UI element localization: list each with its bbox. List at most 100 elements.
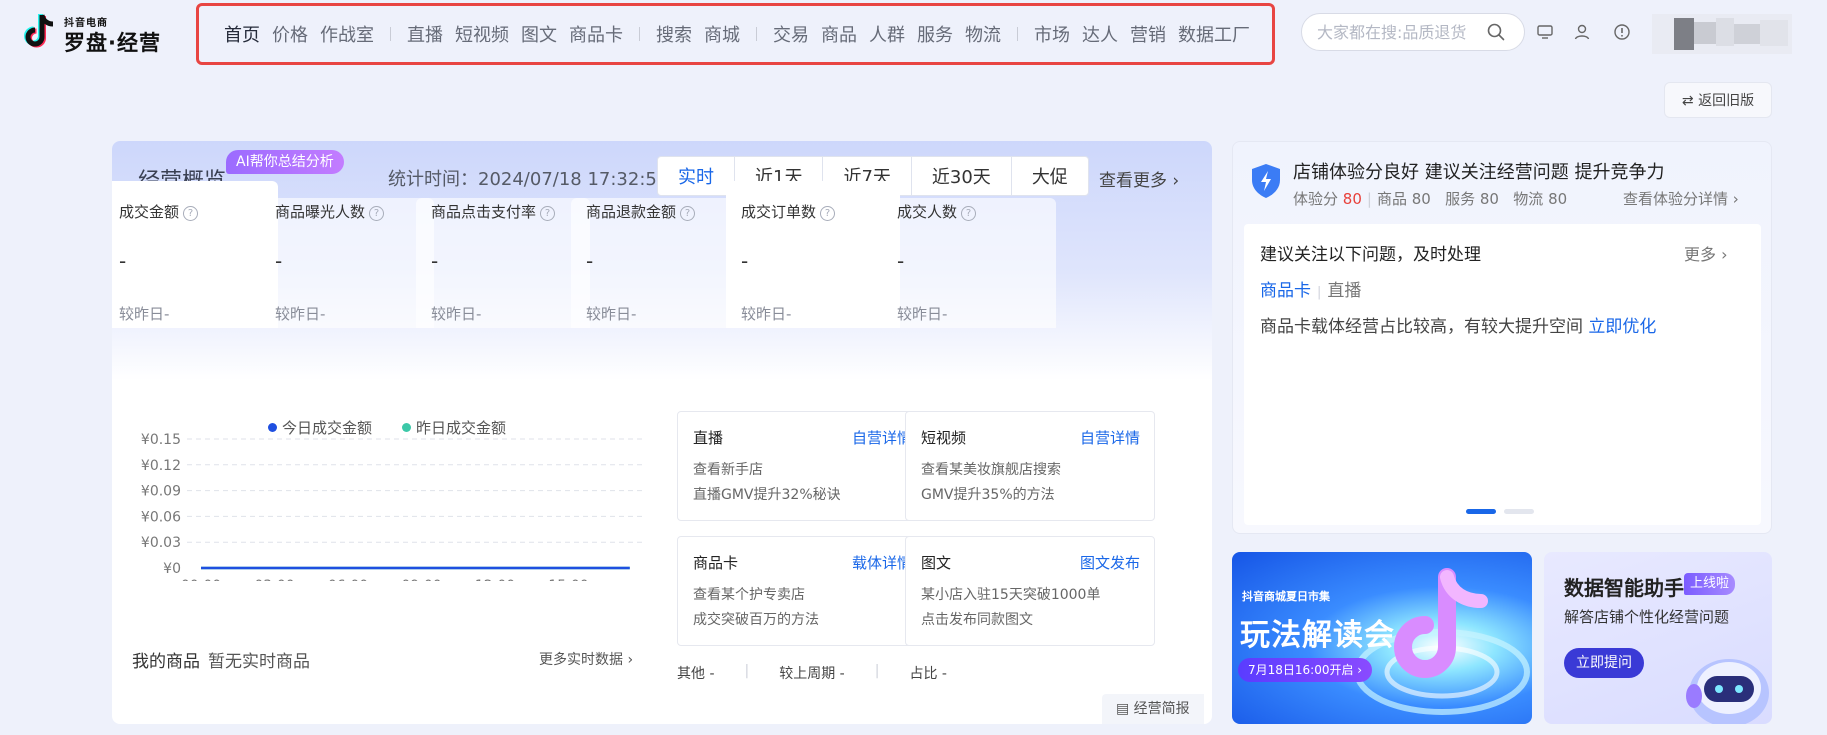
channel-card[interactable]: 商品卡 载体详情 查看某个护专卖店 成交突破百万的方法 — [677, 536, 927, 646]
divider: | — [874, 663, 880, 679]
score-label: 体验分 — [1293, 190, 1339, 208]
x-tick-label: 12:00 — [475, 578, 515, 581]
channel-link[interactable]: 自营详情 — [1080, 427, 1140, 448]
metric-compare: 较昨日- — [586, 305, 637, 323]
promo-banner-summer[interactable]: 抖音商城夏日市集 玩法解读会 7月18日16:00开启 › — [1232, 552, 1532, 724]
channel-link[interactable]: 自营详情 — [852, 427, 912, 448]
shop-scores: 体验分 80 | 商品 80 服务 80 物流 80 — [1293, 188, 1567, 209]
brand-logo[interactable]: 抖音电商 罗盘·经营 — [22, 12, 172, 55]
carousel-dot-active[interactable] — [1466, 509, 1496, 514]
nav-item[interactable]: 价格 — [272, 21, 308, 47]
channel-link[interactable]: 图文发布 — [1080, 552, 1140, 573]
metric-value: - — [119, 249, 127, 273]
view-more-link[interactable]: 查看更多 › — [1099, 166, 1179, 191]
nav-item[interactable]: 商品卡 — [569, 21, 623, 47]
y-tick-label: ¥0.15 — [141, 432, 181, 448]
nav-item[interactable]: 短视频 — [455, 21, 509, 47]
y-tick-label: ¥0.09 — [141, 484, 181, 500]
nav-item[interactable]: 数据工厂 — [1178, 21, 1250, 47]
my-goods-status: 暂无实时商品 — [208, 652, 310, 672]
suggestion-more-link[interactable]: 更多 › — [1684, 241, 1728, 265]
stat-ratio: 占比 - — [909, 666, 947, 682]
range-tab[interactable]: 近30天 — [912, 157, 1012, 195]
stat-other: 其他 - — [677, 666, 715, 682]
metric-card[interactable]: 成交人数? - 较昨日- — [882, 198, 1056, 328]
search-icon[interactable] — [1487, 23, 1505, 41]
tab-goods-card[interactable]: 商品卡 — [1260, 281, 1311, 301]
channel-link[interactable]: 载体详情 — [852, 552, 912, 573]
nav-item[interactable]: 市场 — [1034, 21, 1070, 47]
divider: | — [1366, 190, 1372, 208]
help-icon[interactable]: ? — [680, 206, 696, 221]
banner1-subtitle: 抖音商城夏日市集 — [1242, 590, 1330, 603]
promo-banner-ai-assistant[interactable]: 数据智能助手 上线啦 解答店铺个性化经营问题 立即提问 — [1544, 552, 1772, 724]
ask-now-button[interactable]: 立即提问 — [1564, 648, 1644, 678]
nav-item[interactable]: 图文 — [521, 21, 557, 47]
metric-card[interactable]: 成交金额? - 较昨日- — [112, 181, 278, 328]
ai-summary-badge[interactable]: AI帮你总结分析 — [226, 150, 344, 174]
help-icon[interactable]: ? — [369, 206, 385, 221]
shield-icon — [1252, 164, 1280, 198]
nav-item[interactable]: 直播 — [407, 21, 443, 47]
nav-item[interactable]: 交易 — [773, 21, 809, 47]
range-tab[interactable]: 大促 — [1012, 157, 1088, 195]
channel-card[interactable]: 图文 图文发布 某小店入驻15天突破1000单 点击发布同款图文 — [905, 536, 1155, 646]
channel-line2: 成交突破百万的方法 — [693, 612, 819, 628]
nav-item[interactable]: 作战室 — [320, 21, 374, 47]
tab-live[interactable]: 直播 — [1327, 281, 1361, 301]
channel-card[interactable]: 短视频 自营详情 查看某美妆旗舰店搜索 GMV提升35%的方法 — [905, 411, 1155, 521]
nav-item[interactable]: 商品 — [821, 21, 857, 47]
info-icon[interactable] — [1612, 22, 1632, 42]
range-tab[interactable]: 实时 — [658, 157, 735, 195]
nav-item[interactable]: 达人 — [1082, 21, 1118, 47]
nav-item[interactable]: 营销 — [1130, 21, 1166, 47]
optimize-now-link[interactable]: 立即优化 — [1588, 317, 1656, 337]
metric-value: - — [897, 249, 905, 273]
metric-card[interactable]: 成交订单数? - 较昨日- — [726, 181, 900, 328]
x-tick-label: 00:00 — [181, 578, 221, 581]
user-icon[interactable] — [1572, 22, 1592, 42]
metric-card[interactable]: 商品退款金额? - 较昨日- — [571, 198, 745, 328]
channel-line2: 点击发布同款图文 — [921, 612, 1033, 628]
more-realtime-data-link[interactable]: 更多实时数据 › — [539, 649, 633, 669]
business-brief-button[interactable]: ▤ 经营简报 — [1102, 694, 1204, 724]
channel-line1: 某小店入驻15天突破1000单 — [921, 587, 1101, 603]
metric-compare: 较昨日- — [897, 305, 948, 323]
carousel-dot[interactable] — [1504, 509, 1534, 514]
search-input[interactable] — [1317, 22, 1487, 42]
help-icon[interactable]: ? — [540, 206, 556, 221]
nav-item[interactable]: 物流 — [965, 21, 1001, 47]
nav-item[interactable]: 服务 — [917, 21, 953, 47]
sub-score-service: 服务 80 — [1445, 190, 1499, 208]
metric-card[interactable]: 商品点击支付率? - 较昨日- — [416, 198, 590, 328]
back-to-old-version-button[interactable]: ⇄ 返回旧版 — [1664, 82, 1772, 118]
help-icon[interactable]: ? — [820, 206, 836, 221]
metric-label: 商品点击支付率? — [431, 201, 556, 222]
search-box[interactable] — [1301, 13, 1525, 51]
nav-item[interactable]: 搜索 — [656, 21, 692, 47]
monitor-icon[interactable] — [1535, 22, 1555, 42]
metric-label-text: 成交订单数 — [741, 203, 817, 221]
account-avatar[interactable] — [1652, 14, 1792, 54]
metric-label-text: 成交人数 — [897, 203, 958, 221]
metric-compare: 较昨日- — [119, 305, 170, 323]
banner1-title: 玩法解读会 — [1240, 618, 1395, 653]
banner2-subtitle: 解答店铺个性化经营问题 — [1564, 608, 1730, 626]
nav-item[interactable]: 人群 — [869, 21, 905, 47]
metric-card[interactable]: 商品曝光人数? - 较昨日- — [260, 198, 434, 328]
suggestion-title: 建议关注以下问题，及时处理 — [1260, 245, 1481, 265]
banner1-date-button[interactable]: 7月18日16:00开启 › — [1238, 658, 1373, 682]
divider: | — [1317, 285, 1322, 300]
metric-value: - — [431, 249, 439, 273]
sub-score-logistics: 物流 80 — [1513, 190, 1568, 208]
help-icon[interactable]: ? — [183, 206, 199, 221]
help-icon[interactable]: ? — [961, 206, 977, 221]
divider: | — [744, 663, 750, 679]
nav-item[interactable]: 商城 — [704, 21, 740, 47]
nav-item[interactable]: 首页 — [224, 21, 260, 47]
view-score-detail-link[interactable]: 查看体验分详情 › — [1623, 188, 1739, 209]
x-tick-label: 03:00 — [254, 578, 294, 581]
score-value: 80 — [1342, 190, 1362, 208]
channel-card[interactable]: 直播 自营详情 查看新手店 直播GMV提升32%秘诀 — [677, 411, 927, 521]
metric-label: 商品曝光人数? — [275, 201, 385, 222]
